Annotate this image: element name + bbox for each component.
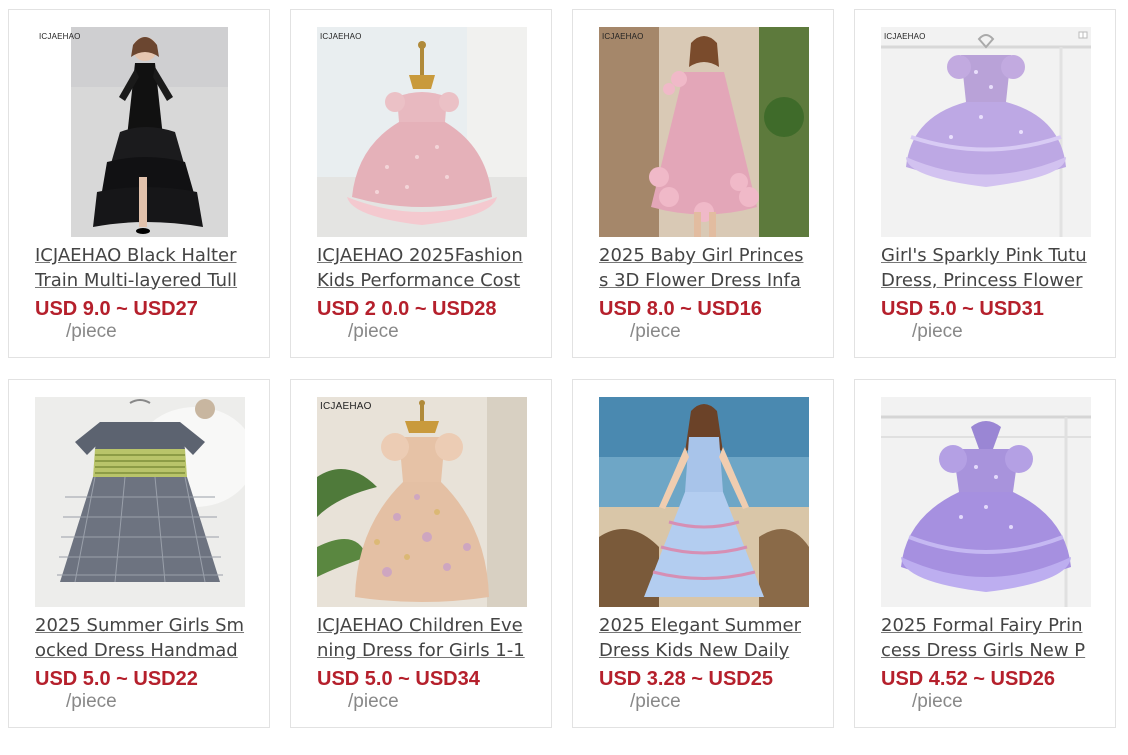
- price-unit: /piece: [630, 691, 681, 712]
- product-image[interactable]: ICJAEHAO: [35, 27, 245, 237]
- price-range: USD 4.52 ~ USD26: [881, 668, 1055, 690]
- price-range: USD 2 0.0 ~ USD28: [317, 298, 497, 320]
- product-title-link[interactable]: 2025 Elegant Summer Dress Kids New Daily…: [599, 614, 809, 663]
- price-unit: /piece: [348, 691, 399, 712]
- brand-watermark: ICJAEHAO: [884, 32, 926, 41]
- product-title-link[interactable]: 2025 Baby Girl Princess 3D Flower Dress …: [599, 244, 809, 293]
- product-card[interactable]: ICJAEHAO ICJAEHAO Children Evening Dress…: [290, 379, 552, 728]
- product-image[interactable]: ICJAEHAO: [881, 27, 1091, 237]
- price-range: USD 5.0 ~ USD31: [881, 298, 1044, 320]
- product-card[interactable]: ICJAEHAO 2025 Baby Girl Princess 3D Flow…: [572, 9, 834, 358]
- price-range: USD 9.0 ~ USD27: [35, 298, 198, 320]
- price-range: USD 5.0 ~ USD34: [317, 668, 480, 690]
- price-range: USD 3.28 ~ USD25: [599, 668, 773, 690]
- price-unit: /piece: [66, 321, 117, 342]
- price-unit: /piece: [912, 691, 963, 712]
- product-image[interactable]: ICJAEHAO: [317, 27, 527, 237]
- product-image[interactable]: [881, 397, 1091, 607]
- product-title-link[interactable]: ICJAEHAO Children Evening Dress for Girl…: [317, 614, 527, 663]
- price-unit: /piece: [630, 321, 681, 342]
- product-card[interactable]: ICJAEHAO Girl's Sparkly Pink Tutu Dress,…: [854, 9, 1116, 358]
- brand-watermark: ICJAEHAO: [320, 32, 362, 41]
- product-title-link[interactable]: ICJAEHAO 2025Fashion Kids Performance Co…: [317, 244, 527, 293]
- product-image[interactable]: ICJAEHAO: [317, 397, 527, 607]
- brand-watermark: ICJAEHAO: [39, 32, 81, 41]
- product-image[interactable]: [599, 397, 809, 607]
- product-card[interactable]: ICJAEHAO ICJAEHAO Black Halter Train Mul…: [8, 9, 270, 358]
- product-title-link[interactable]: Girl's Sparkly Pink Tutu Dress, Princess…: [881, 244, 1091, 293]
- price-unit: /piece: [348, 321, 399, 342]
- gift-icon: [1078, 31, 1088, 39]
- price-unit: /piece: [912, 321, 963, 342]
- brand-watermark: ICJAEHAO: [602, 32, 644, 41]
- product-card[interactable]: 2025 Formal Fairy Princess Dress Girls N…: [854, 379, 1116, 728]
- product-card[interactable]: 2025 Elegant Summer Dress Kids New Daily…: [572, 379, 834, 728]
- product-card[interactable]: ICJAEHAO ICJAEHAO 2025Fashion Kids Perfo…: [290, 9, 552, 358]
- price-range: USD 8.0 ~ USD16: [599, 298, 762, 320]
- product-image[interactable]: [35, 397, 245, 607]
- product-image[interactable]: ICJAEHAO: [599, 27, 809, 237]
- product-title-link[interactable]: ICJAEHAO Black Halter Train Multi-layere…: [35, 244, 245, 293]
- price-range: USD 5.0 ~ USD22: [35, 668, 198, 690]
- product-card[interactable]: 2025 Summer Girls Smocked Dress Handmad …: [8, 379, 270, 728]
- price-unit: /piece: [66, 691, 117, 712]
- product-title-link[interactable]: 2025 Formal Fairy Princess Dress Girls N…: [881, 614, 1091, 663]
- product-title-link[interactable]: 2025 Summer Girls Smocked Dress Handmad: [35, 614, 245, 663]
- brand-watermark: ICJAEHAO: [320, 401, 372, 412]
